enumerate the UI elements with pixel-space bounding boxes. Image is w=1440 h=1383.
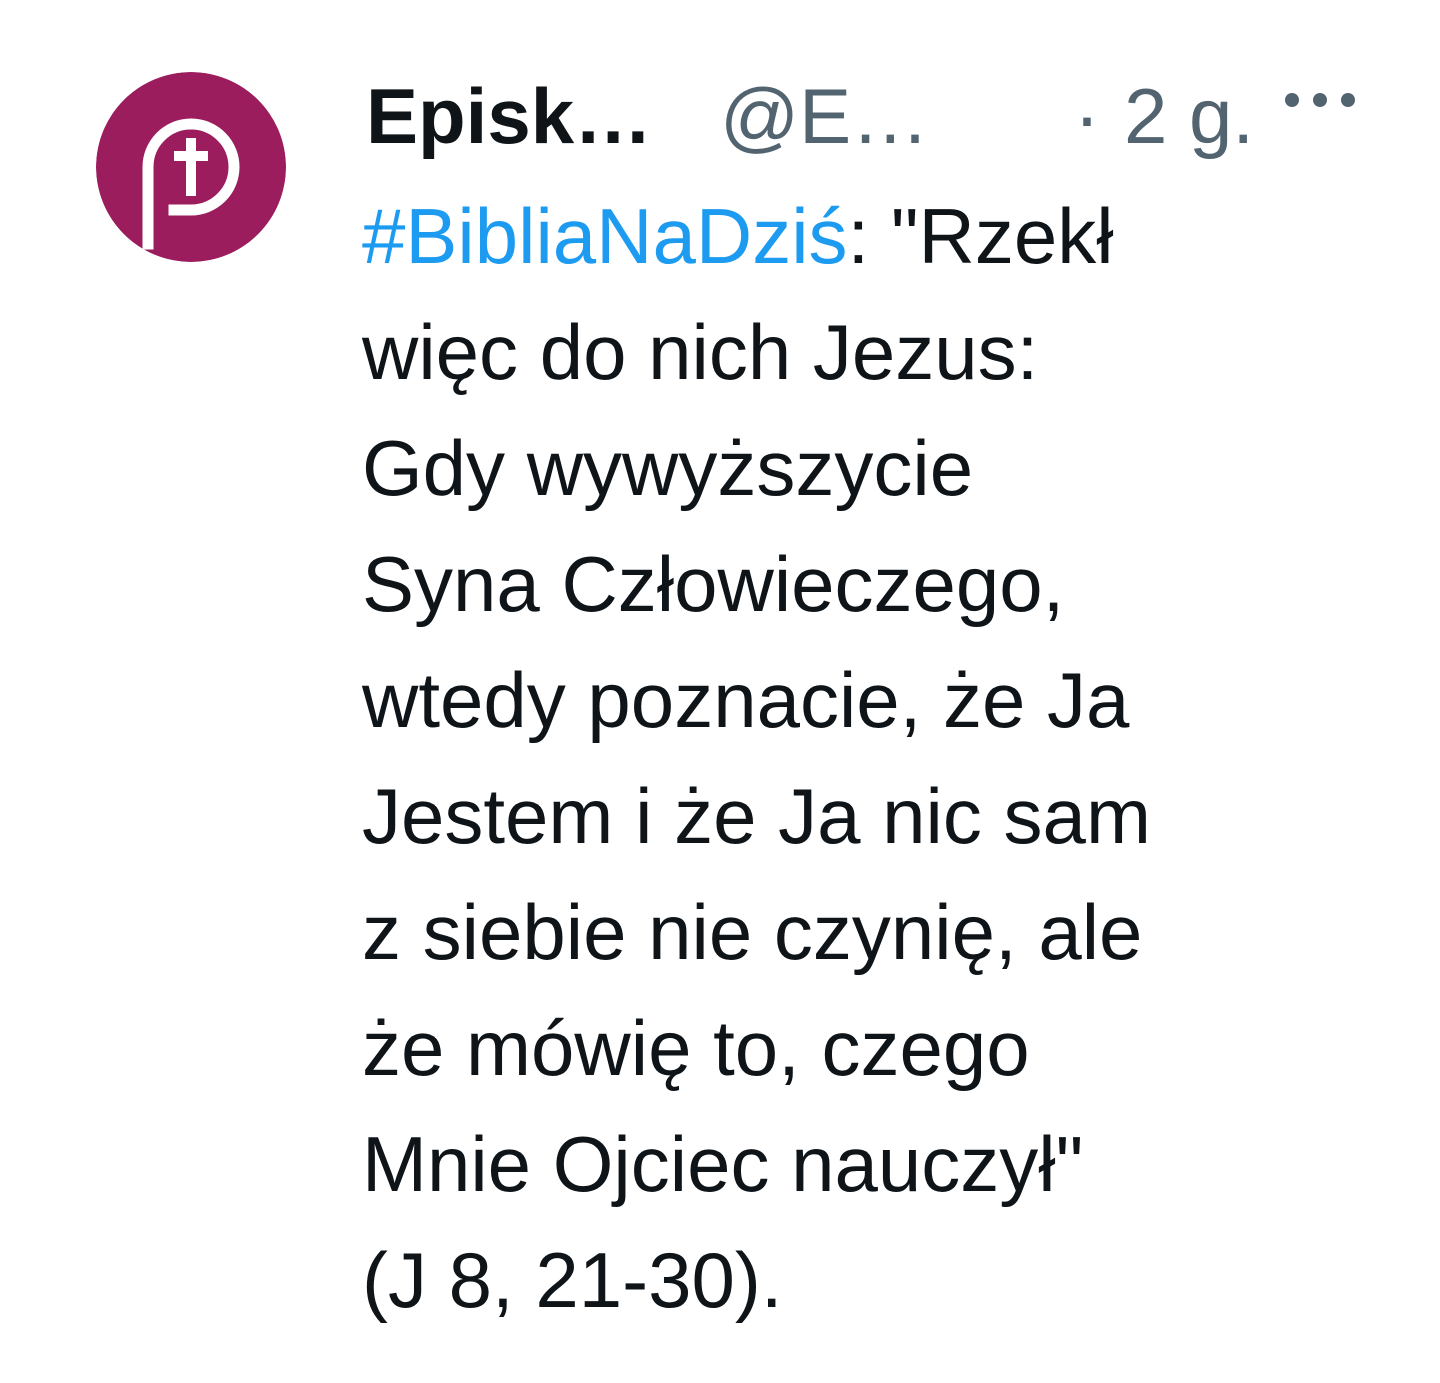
tweet-text-line: Syna Człowieczego, <box>362 540 1065 628</box>
tweet-timestamp[interactable]: 2 g. <box>1124 64 1254 168</box>
header-separator: · <box>1074 72 1100 160</box>
tweet-text-line: Jestem i że Ja nic sam <box>362 772 1151 860</box>
author-handle[interactable]: @E… <box>720 64 929 168</box>
tweet-text-line: (J 8, 21-30). <box>362 1236 783 1324</box>
avatar[interactable] <box>96 72 286 262</box>
tweet[interactable]: Episk… @E… · 2 g. #BibliaNaDziś: "Rzekł … <box>0 0 1440 1383</box>
tweet-text-line: z siebie nie czynię, ale <box>362 888 1143 976</box>
author-name[interactable]: Episk… <box>366 64 652 168</box>
hashtag-link[interactable]: #BibliaNaDziś <box>362 192 848 280</box>
tweet-text-line: Gdy wywyższycie <box>362 424 974 512</box>
more-options-icon <box>1285 93 1355 107</box>
episkopat-logo-icon <box>96 72 286 262</box>
tweet-text-line: więc do nich Jezus: <box>362 308 1039 396</box>
tweet-text-line: Mnie Ojciec nauczył" <box>362 1120 1084 1208</box>
tweet-text-line: że mówię to, czego <box>362 1004 1030 1092</box>
tweet-text-line: wtedy poznacie, że Ja <box>362 656 1130 744</box>
more-options-button[interactable] <box>1270 76 1370 124</box>
tweet-text-segment: : "Rzekł <box>847 192 1114 280</box>
tweet-header: Episk… @E… · 2 g. <box>366 64 1366 168</box>
tweet-text-line: #BibliaNaDziś: "Rzekł <box>362 178 1422 294</box>
tweet-text: #BibliaNaDziś: "Rzekł więc do nich Jezus… <box>362 178 1422 1338</box>
